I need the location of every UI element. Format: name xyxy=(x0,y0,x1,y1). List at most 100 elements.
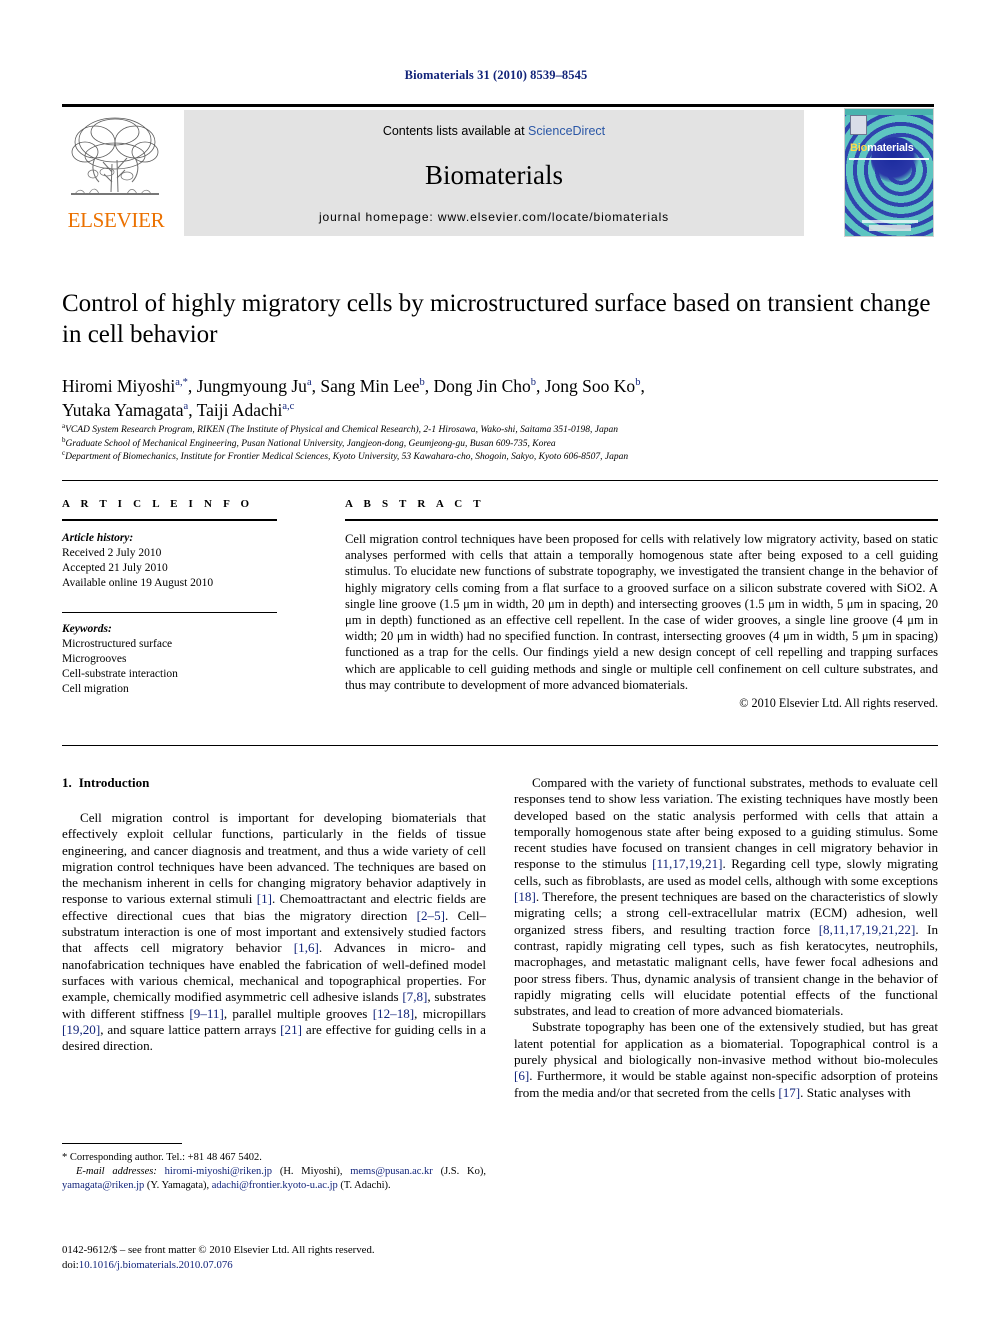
article-info-rule xyxy=(62,519,277,521)
intro-paragraph-3: Substrate topography has been one of the… xyxy=(514,1019,938,1100)
author-name: Hiromi Miyoshi xyxy=(62,376,176,396)
author-affil-mark: a,c xyxy=(282,401,295,413)
citation-link[interactable]: [21] xyxy=(280,1022,302,1037)
author-name: , Jong Soo Ko xyxy=(536,376,636,396)
abstract-block: A B S T R A C T Cell migration control t… xyxy=(345,498,938,711)
author-affil-mark: a,* xyxy=(175,377,188,389)
keyword-item: Cell migration xyxy=(62,683,129,695)
abstract-copyright: © 2010 Elsevier Ltd. All rights reserved… xyxy=(739,696,938,711)
corresponding-author-text: * Corresponding author. Tel.: +81 48 467… xyxy=(62,1152,262,1163)
author-item: , xyxy=(640,376,644,396)
keywords-label: Keywords: xyxy=(62,623,112,635)
masthead-top-rule xyxy=(62,104,934,107)
sciencedirect-link[interactable]: ScienceDirect xyxy=(528,124,605,138)
text-run: . Static analyses with xyxy=(800,1084,911,1100)
keyword-item: Microgrooves xyxy=(62,653,127,665)
email-addresses-label: E-mail addresses: xyxy=(76,1166,157,1177)
affiliation-item: aVCAD System Research Program, RIKEN (Th… xyxy=(62,422,938,438)
author-item: Yutaka Yamagataa xyxy=(62,400,188,420)
article-info-block: A R T I C L E I N F O Article history: R… xyxy=(62,498,277,697)
elsevier-tree-icon xyxy=(65,112,165,206)
email-owner: (T. Adachi) xyxy=(340,1180,388,1191)
email-link[interactable]: adachi@frontier.kyoto-u.ac.jp xyxy=(212,1180,338,1191)
citation-link[interactable]: [1] xyxy=(257,891,272,906)
journal-name: Biomaterials xyxy=(425,160,563,190)
article-info-spacer xyxy=(62,591,277,604)
cover-title-bio: Bio xyxy=(850,142,868,154)
citation-link[interactable]: [2–5] xyxy=(417,908,445,923)
elsevier-wordmark: ELSEVIER xyxy=(67,208,165,232)
citation-link[interactable]: [12–18] xyxy=(373,1006,414,1021)
paper-page: Biomaterials 31 (2010) 8539–8545 ELSEVIE… xyxy=(0,0,992,1323)
author-item: Hiromi Miyoshia,* xyxy=(62,376,188,396)
citation-link[interactable]: [9–11] xyxy=(189,1006,223,1021)
article-history-accepted: Accepted 21 July 2010 xyxy=(62,562,168,574)
email-owner: (J.S. Ko) xyxy=(440,1166,484,1177)
info-section-bottom-rule xyxy=(62,745,938,746)
issn-copyright-line: 0142-9612/$ – see front matter © 2010 El… xyxy=(62,1244,375,1256)
author-name: , Sang Min Lee xyxy=(311,376,420,396)
article-history-received: Received 2 July 2010 xyxy=(62,547,162,559)
citation-link[interactable]: [8,11,17,19,21,22] xyxy=(819,922,916,937)
running-head: Biomaterials 31 (2010) 8539–8545 xyxy=(404,68,588,82)
section-title-text: Introduction xyxy=(78,775,150,790)
affiliation-list: aVCAD System Research Program, RIKEN (Th… xyxy=(62,422,938,465)
journal-masthead: ELSEVIER Contents lists available at Sci… xyxy=(62,104,934,237)
cover-foot-rule xyxy=(862,220,918,223)
journal-homepage-link[interactable]: journal homepage: www.elsevier.com/locat… xyxy=(184,210,804,224)
citation-link[interactable]: [1,6] xyxy=(294,940,319,955)
section-number: 1. xyxy=(62,775,72,790)
citation-link[interactable]: [7,8] xyxy=(402,989,427,1004)
doi-link[interactable]: 10.1016/j.biomaterials.2010.07.076 xyxy=(79,1259,233,1271)
keywords-rule xyxy=(62,612,277,613)
article-history-online: Available online 19 August 2010 xyxy=(62,577,214,589)
text-run: , parallel multiple grooves xyxy=(223,1005,373,1021)
author-name: , Jungmyoung Ju xyxy=(187,376,307,396)
footnote-block: * Corresponding author. Tel.: +81 48 467… xyxy=(62,1143,486,1193)
intro-paragraph-1: Cell migration control is important for … xyxy=(62,810,486,1054)
article-history-label: Article history: xyxy=(62,532,134,544)
author-list: Hiromi Miyoshia,*, Jungmyoung Jua, Sang … xyxy=(62,374,938,422)
cover-title: Biomaterials xyxy=(850,142,914,154)
contents-bar: Contents lists available at ScienceDirec… xyxy=(184,110,804,236)
doi-line: doi:10.1016/j.biomaterials.2010.07.076 xyxy=(62,1258,662,1273)
author-name: , xyxy=(640,376,645,396)
author-name: , Dong Jin Cho xyxy=(424,376,531,396)
email-link[interactable]: mems@pusan.ac.kr xyxy=(350,1166,433,1177)
email-owner: (H. Miyoshi) xyxy=(279,1166,340,1177)
contents-prefix: Contents lists available at xyxy=(382,124,525,138)
citation-link[interactable]: [19,20] xyxy=(62,1022,100,1037)
abstract-text: Cell migration control techniques have b… xyxy=(345,532,938,692)
abstract-heading: A B S T R A C T xyxy=(345,498,485,510)
section-heading-introduction: 1. Introduction xyxy=(62,775,486,791)
citation-link[interactable]: [6] xyxy=(514,1068,529,1083)
author-item: , Sang Min Leeb xyxy=(312,376,425,396)
cover-foot-block xyxy=(869,225,911,231)
citation-link[interactable]: [11,17,19,21] xyxy=(652,856,722,871)
author-name: Yutaka Yamagata xyxy=(62,400,184,420)
keyword-item: Microstructured surface xyxy=(62,638,173,650)
doi-label: doi: xyxy=(62,1258,79,1271)
email-link[interactable]: yamagata@riken.jp xyxy=(62,1180,144,1191)
citation-link[interactable]: [18] xyxy=(514,889,536,904)
author-item: , Jungmyoung Jua xyxy=(188,376,312,396)
article-info-heading: A R T I C L E I N F O xyxy=(62,498,254,510)
abstract-rule xyxy=(345,519,938,521)
keyword-item: Cell-substrate interaction xyxy=(62,668,178,680)
author-name: , Taiji Adachi xyxy=(188,400,283,420)
affiliation-item: bGraduate School of Mechanical Engineeri… xyxy=(62,436,938,452)
elsevier-logo: ELSEVIER xyxy=(62,110,170,236)
page-title: Control of highly migratory cells by mic… xyxy=(62,290,931,348)
text-run: , and square lattice pattern arrays xyxy=(100,1021,281,1037)
info-section-top-rule xyxy=(62,480,938,481)
page-footer: 0142-9612/$ – see front matter © 2010 El… xyxy=(62,1243,662,1272)
cover-underline xyxy=(849,158,929,160)
body-column-left: 1. Introduction Cell migration control is… xyxy=(62,775,486,1054)
author-item: , Jong Soo Kob xyxy=(536,376,640,396)
intro-paragraph-2: Compared with the variety of functional … xyxy=(514,775,938,1019)
citation-link[interactable]: [17] xyxy=(778,1085,800,1100)
email-link[interactable]: hiromi-miyoshi@riken.jp xyxy=(165,1166,272,1177)
cover-stamp-icon xyxy=(850,115,867,135)
affiliation-text: Department of Biomechanics, Institute fo… xyxy=(65,452,629,462)
cover-title-materials: materials xyxy=(867,142,914,154)
